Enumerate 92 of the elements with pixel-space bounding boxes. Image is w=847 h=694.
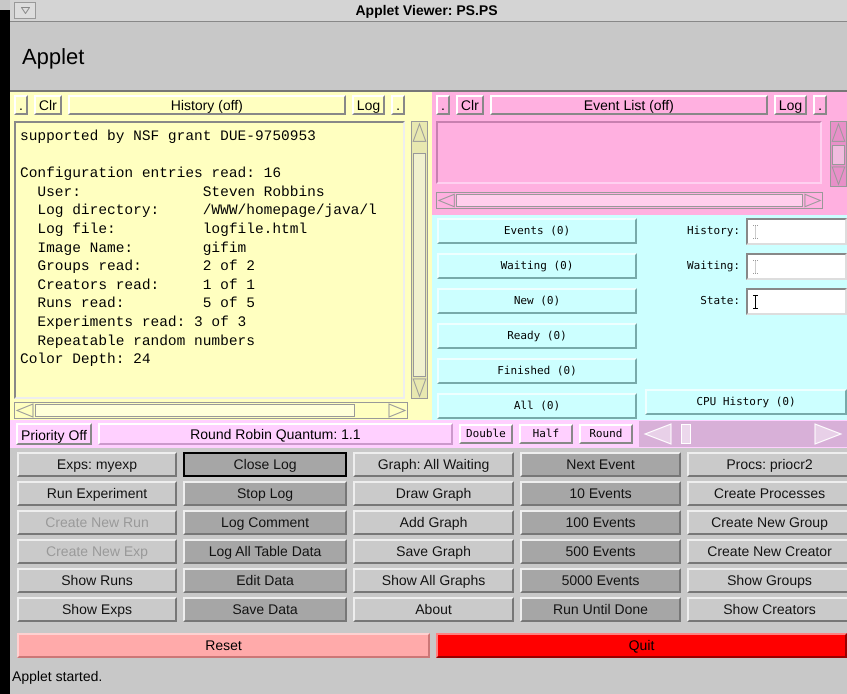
action-button[interactable]: Create New Creator [687, 539, 847, 564]
history-title-button[interactable]: History (off) [68, 95, 346, 115]
action-button[interactable]: Show Exps [17, 597, 177, 622]
action-button[interactable]: Edit Data [183, 568, 347, 593]
action-button[interactable]: Save Data [183, 597, 347, 622]
dot-button[interactable]: . [436, 95, 450, 115]
field-label: State: [699, 293, 741, 310]
log-line: User: Steven Robbins [36, 184, 326, 202]
action-button[interactable]: 500 Events [520, 539, 681, 564]
quantum-label: Round Robin Quantum: 1.1 [190, 424, 361, 444]
action-button[interactable]: Run Experiment [17, 481, 177, 506]
action-button[interactable]: Close Log [183, 452, 347, 477]
action-button[interactable]: Procs: priocr2 [687, 452, 847, 477]
action-button[interactable]: Create Processes [687, 481, 847, 506]
panel-button[interactable]: Log [352, 95, 386, 115]
action-button[interactable]: Exps: myexp [17, 452, 177, 477]
scroll-thumb[interactable] [832, 145, 845, 165]
panel-button[interactable]: Clr [456, 95, 484, 115]
cpu-history-button[interactable]: CPU History (0) [645, 389, 847, 415]
event-list-title-button[interactable]: Event List (off) [490, 95, 768, 115]
triangle-down-icon [20, 7, 30, 14]
up-arrow-icon[interactable] [831, 122, 846, 144]
log-line: Color Depth: 24 [20, 351, 152, 370]
window-title: Applet Viewer: PS.PS [355, 1, 498, 20]
vertical-scrollbar[interactable] [830, 121, 847, 187]
left-arrow-icon[interactable] [15, 403, 35, 418]
input-field[interactable] [746, 218, 847, 245]
action-button[interactable]: Draw Graph [353, 481, 514, 506]
input-field[interactable] [746, 288, 847, 315]
queue-button[interactable]: Events (0) [437, 218, 637, 244]
action-button[interactable]: Next Event [520, 452, 681, 477]
dot-button[interactable]: . [813, 95, 828, 115]
log-line: Configuration entries read: 16 [20, 165, 282, 184]
queue-button[interactable]: All (0) [437, 393, 637, 419]
input-field[interactable] [746, 253, 847, 280]
log-line: supported by NSF grant DUE-9750953 [20, 128, 317, 147]
dot-button[interactable]: . [391, 95, 406, 115]
action-button[interactable]: 100 Events [520, 510, 681, 535]
queue-button[interactable]: Ready (0) [437, 323, 637, 349]
queue-button[interactable]: Finished (0) [437, 358, 637, 384]
quit-button[interactable]: Quit [436, 633, 847, 658]
scroll-thumb[interactable] [456, 194, 803, 207]
action-button[interactable]: Show Creators [687, 597, 847, 622]
log-line: Groups read: 2 of 2 [36, 258, 256, 277]
action-button[interactable]: 5000 Events [520, 568, 681, 593]
event-list-area[interactable] [436, 121, 822, 184]
window-menu-button[interactable] [14, 2, 36, 19]
field-label: History: [686, 223, 741, 240]
scroll-thumb[interactable] [413, 153, 426, 377]
horizontal-scrollbar[interactable] [14, 402, 408, 419]
log-line: Log file: logfile.html [36, 220, 308, 240]
action-button[interactable]: Graph: All Waiting [353, 452, 514, 477]
log-line: Runs read: 5 of 5 [36, 295, 256, 314]
action-button[interactable]: About [353, 597, 514, 622]
action-button[interactable]: Create New Group [687, 510, 847, 535]
reset-button[interactable]: Reset [17, 633, 430, 658]
dot-button[interactable]: . [14, 95, 28, 115]
action-button[interactable]: Show All Graphs [353, 568, 514, 593]
field-label: Waiting: [686, 258, 741, 274]
action-button[interactable]: Stop Log [183, 481, 347, 506]
applet-heading: Applet [22, 42, 84, 71]
action-button[interactable]: Show Groups [687, 568, 847, 593]
log-line: Repeatable random numbers [36, 332, 256, 352]
priority-button[interactable]: Priority Off [16, 423, 92, 445]
panel-button[interactable]: Log [774, 95, 808, 115]
down-arrow-icon[interactable] [831, 164, 846, 186]
vertical-scrollbar[interactable] [411, 121, 428, 399]
queue-button[interactable]: New (0) [437, 288, 637, 314]
log-line: Experiments read: 3 of 3 [36, 314, 248, 333]
down-arrow-icon[interactable] [412, 376, 427, 398]
log-line: Creators read: 1 of 1 [36, 276, 256, 296]
quantum-button[interactable]: Double [458, 424, 513, 444]
action-button[interactable]: Show Runs [17, 568, 177, 593]
right-arrow-icon[interactable] [802, 193, 822, 208]
up-arrow-icon[interactable] [412, 122, 427, 144]
action-button[interactable]: 10 Events [520, 481, 681, 506]
action-button[interactable]: Add Graph [353, 510, 514, 535]
scroll-thumb[interactable] [35, 404, 355, 417]
action-button[interactable]: Run Until Done [520, 597, 681, 622]
action-button[interactable]: Log Comment [183, 510, 347, 535]
right-arrow-icon[interactable] [387, 403, 407, 418]
queue-button[interactable]: Waiting (0) [437, 253, 637, 279]
quantum-button[interactable]: Half [518, 424, 573, 444]
left-arrow-icon[interactable] [437, 193, 456, 208]
log-line: Image Name: gifim [36, 240, 248, 258]
panel-button[interactable]: Clr [34, 95, 62, 115]
horizontal-scrollbar[interactable] [436, 192, 823, 209]
quantum-button[interactable]: Round [578, 424, 633, 444]
action-button[interactable]: Save Graph [353, 539, 514, 564]
action-button[interactable]: Log All Table Data [183, 539, 347, 564]
status-text: Applet started. [12, 666, 102, 686]
log-line: Log directory: /WWW/homepage/java/l [36, 202, 378, 221]
